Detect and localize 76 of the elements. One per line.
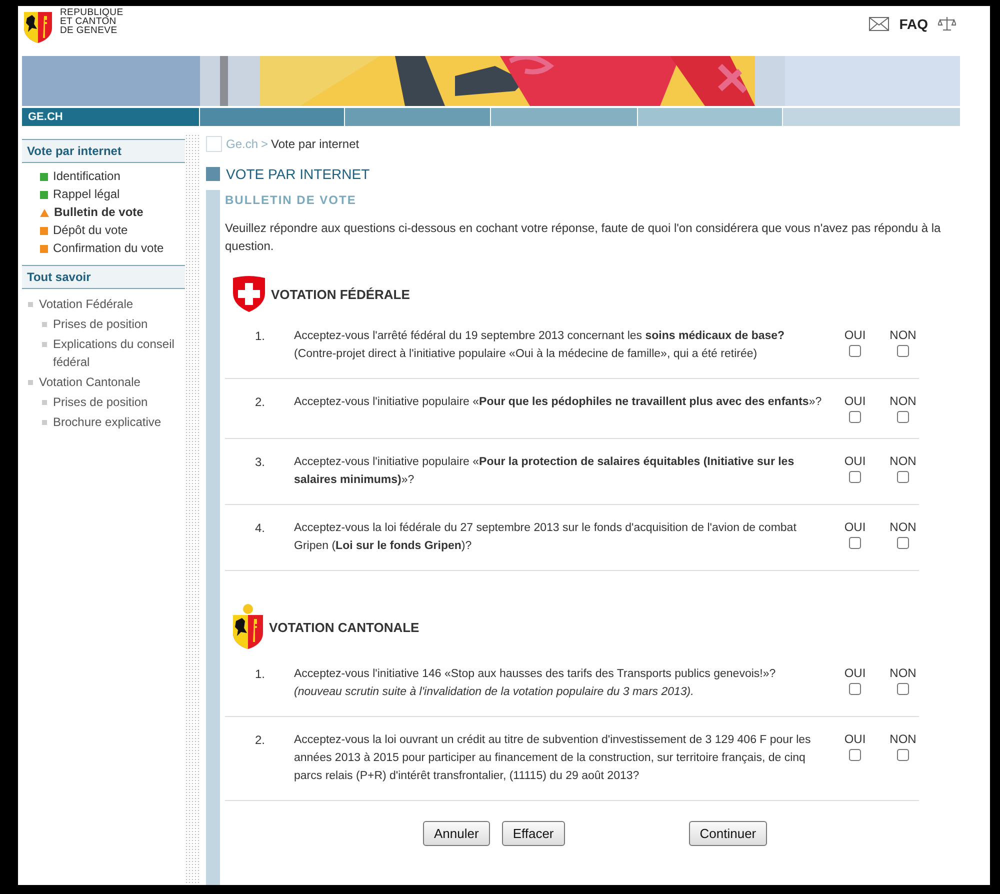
option-label: OUI [844, 454, 866, 469]
sidebar-link[interactable]: Votation Cantonale [39, 373, 140, 391]
option-label: NON [890, 520, 916, 535]
step-item[interactable]: Confirmation du vote [40, 241, 185, 256]
answer-checkbox[interactable] [897, 683, 909, 695]
step-item[interactable]: Bulletin de vote [40, 205, 185, 220]
option-label: OUI [844, 328, 866, 343]
ballot-title: VOTATION CANTONALE [269, 620, 420, 634]
answer-checkbox[interactable] [849, 411, 861, 423]
answer-checkbox[interactable] [897, 471, 909, 483]
step-item[interactable]: Rappel légal [40, 187, 185, 202]
bullet-icon [42, 400, 47, 405]
question-number: 2. [254, 732, 266, 749]
question-text: Acceptez-vous l'initiative populaire «Pour que les pédophiles ne travaillent plus avec des enfants»? [294, 396, 822, 408]
option-label: NON [890, 666, 916, 681]
continue-button[interactable]: Continuer [688, 821, 768, 846]
question-number: 1. [254, 328, 266, 345]
option-label: OUI [844, 394, 866, 409]
nav-home-link[interactable]: GE.CH [22, 108, 199, 126]
option-label: OUI [844, 732, 866, 747]
sidebar-link[interactable]: Votation Fédérale [39, 295, 134, 313]
home-icon [206, 136, 222, 152]
bullet-icon [42, 420, 47, 425]
answer-checkbox[interactable] [897, 537, 909, 549]
question-number: 3. [254, 454, 266, 471]
form-button[interactable]: Annuler [423, 821, 490, 846]
faq-link[interactable]: FAQ [899, 16, 928, 32]
bullet-icon [28, 380, 33, 385]
option-label: NON [890, 328, 916, 343]
question-number: 4. [254, 520, 266, 537]
question-text: Acceptez-vous l'initiative populaire «Pour la protection de salaires équitables (Initiative sur les salaires minimums)»? [294, 456, 794, 486]
bullet-icon [42, 322, 47, 327]
step-item[interactable]: Dépôt du vote [40, 223, 185, 238]
coat-of-arms-icon [231, 603, 265, 651]
bullet-icon [42, 342, 47, 347]
option-label: NON [890, 454, 916, 469]
option-label: OUI [844, 666, 866, 681]
question-text: Acceptez-vous la loi fédérale du 27 septembre 2013 sur le fonds d'acquisition de l'avion de combat Gripen (Loi sur le fonds Gripen)? [294, 522, 796, 552]
answer-checkbox[interactable] [897, 411, 909, 423]
sidebar-link[interactable]: Prises de position [53, 393, 148, 411]
page-title: VOTE PAR INTERNET [226, 166, 370, 182]
cross-shield-icon [231, 275, 267, 313]
step-item[interactable]: Identification [40, 169, 185, 184]
option-label: NON [890, 732, 916, 747]
question-note: (nouveau scrutin suite à l'invalidation de la votation populaire du 3 mars 2013). [294, 686, 694, 698]
intro-text: Veuillez répondre aux questions ci-dessous en cochant votre réponse, faute de quoi l'on considérera que vous n'avez pas répondu à la question. [225, 220, 942, 255]
answer-checkbox[interactable] [849, 749, 861, 761]
sidebar-link[interactable]: Brochure explicative [53, 413, 162, 431]
scales-icon[interactable] [938, 17, 956, 31]
sidebar-heading: Vote par internet [22, 139, 185, 163]
answer-checkbox[interactable] [849, 471, 861, 483]
bullet-icon [28, 302, 33, 307]
sidebar-link[interactable]: Prises de position [53, 315, 148, 333]
option-label: NON [890, 394, 916, 409]
sidebar-link[interactable]: Explications du conseil fédéral [53, 335, 185, 371]
breadcrumb-separator: > [261, 137, 268, 151]
answer-checkbox[interactable] [849, 683, 861, 695]
breadcrumb-current: Vote par internet [271, 137, 360, 151]
question-text: Acceptez-vous l'initiative 146 «Stop aux hausses des tarifs des Transports publics genevois!»? [294, 668, 776, 680]
question-text: Acceptez-vous la loi ouvrant un crédit au titre de subvention d'investissement de 3 129 406 F pour les années 2013 à 2015 pour participer au financement de la construction, sur territoire français, de cinq parcs relais (P+R) d'intérêt transfrontalier, (11115) du 29 août 2013? [294, 734, 811, 782]
question-number: 2. [254, 394, 266, 411]
mail-icon[interactable] [869, 17, 890, 31]
answer-checkbox[interactable] [849, 345, 861, 357]
question-note: (Contre-projet direct à l'initiative populaire «Oui à la médecine de famille», qui a été retirée) [294, 348, 758, 360]
sidebar-heading: Tout savoir [22, 265, 185, 289]
brand-name: REPUBLIQUE ET CANTON DE GENEVE [60, 8, 124, 38]
question-text: Acceptez-vous l'arrêté fédéral du 19 septembre 2013 concernant les soins médicaux de base? [294, 330, 785, 342]
answer-checkbox[interactable] [897, 749, 909, 761]
section-title: BULLETIN DE VOTE [225, 193, 358, 207]
answer-checkbox[interactable] [849, 537, 861, 549]
title-square-icon [206, 167, 220, 181]
form-button[interactable]: Effacer [502, 821, 565, 846]
option-label: OUI [844, 520, 866, 535]
ballot-title: VOTATION FÉDÉRALE [271, 286, 410, 302]
question-number: 1. [254, 666, 266, 683]
answer-checkbox[interactable] [897, 345, 909, 357]
